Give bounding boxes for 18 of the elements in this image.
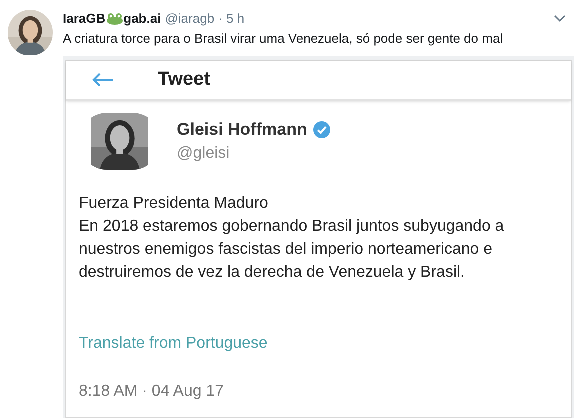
user-handle[interactable]: @iaragb xyxy=(165,9,215,29)
tweet-body-line: Fuerza Presidenta Maduro xyxy=(79,194,270,214)
tweet-body-line: destruiremos de vez la derecha de Venezuela y Brasil. xyxy=(79,263,466,283)
translate-link[interactable]: Translate from Portuguese xyxy=(79,332,268,356)
tweet-time[interactable]: · 5 h xyxy=(218,9,245,29)
timestamp: 8:18 AM · 04 Aug 17 xyxy=(79,382,224,402)
frog-icon xyxy=(106,13,123,25)
tweet-text: A criatura torce para o Brasil virar uma Venezuela, só pode ser gente do mal xyxy=(63,30,504,48)
author-name: Gleisi Hoffmann xyxy=(177,118,308,141)
tweet-body-line: nuestros enemigos fascistas del imperio norteamericano e xyxy=(79,240,494,260)
author-handle: @gleisi xyxy=(177,144,231,164)
tweet-body-line: En 2018 estaremos gobernando Brasil juntos subyugando a xyxy=(79,217,506,237)
back-arrow-icon[interactable] xyxy=(92,73,114,87)
display-name[interactable]: gab.ai xyxy=(124,9,162,29)
tweet-image[interactable] xyxy=(63,56,574,418)
header-title: Tweet xyxy=(158,68,210,92)
display-name[interactable]: IaraGB xyxy=(63,9,106,29)
caret-icon[interactable] xyxy=(554,15,566,23)
